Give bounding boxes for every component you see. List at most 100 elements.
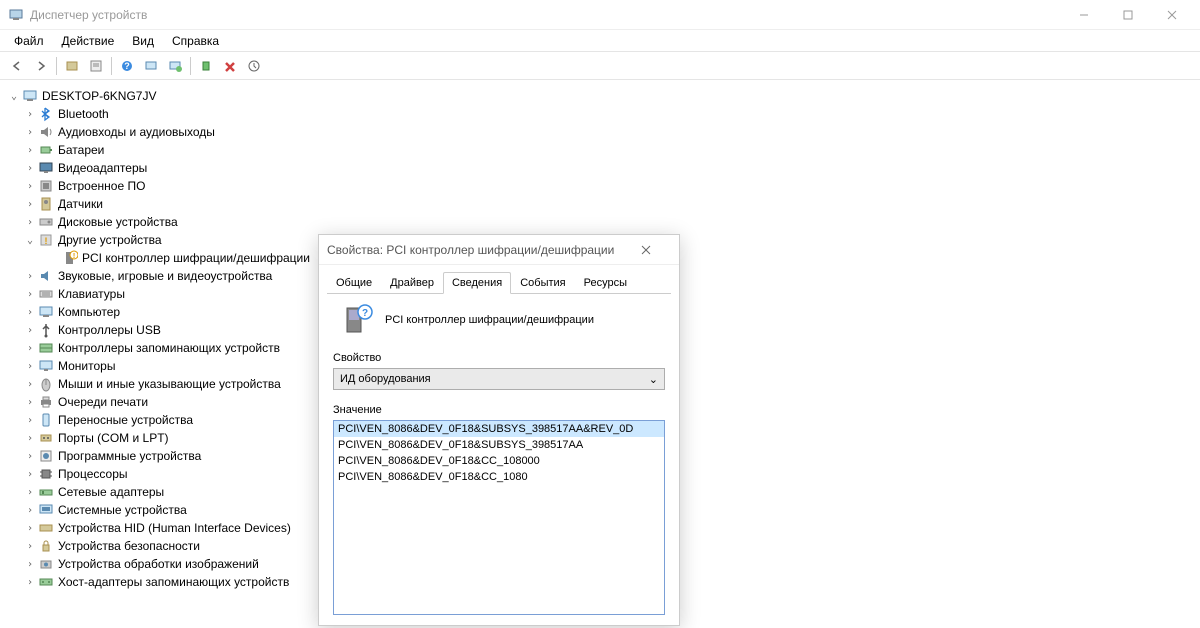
other-icon: ! <box>38 232 54 248</box>
tree-category[interactable]: › Встроенное ПО <box>4 177 1196 195</box>
expand-icon[interactable]: › <box>24 396 36 408</box>
expand-icon[interactable]: › <box>24 432 36 444</box>
tab-driver[interactable]: Драйвер <box>381 272 443 294</box>
titlebar: Диспетчер устройств <box>0 0 1200 30</box>
expand-icon[interactable]: › <box>24 324 36 336</box>
category-label: Очереди печати <box>58 395 148 409</box>
hardware-id-item[interactable]: PCI\VEN_8086&DEV_0F18&SUBSYS_398517AA&RE… <box>334 421 664 437</box>
menu-view[interactable]: Вид <box>124 32 162 50</box>
expand-icon[interactable]: › <box>24 306 36 318</box>
expand-icon[interactable]: › <box>24 198 36 210</box>
properties-dialog: Свойства: PCI контроллер шифрации/дешифр… <box>318 234 680 626</box>
expand-icon[interactable]: › <box>24 414 36 426</box>
expand-icon[interactable]: › <box>24 540 36 552</box>
tree-category[interactable]: ›Видеоадаптеры <box>4 159 1196 177</box>
expand-icon[interactable]: › <box>24 270 36 282</box>
expand-icon[interactable]: › <box>24 126 36 138</box>
imaging-icon <box>38 556 54 572</box>
close-button[interactable] <box>1152 1 1192 29</box>
expand-icon[interactable]: › <box>24 522 36 534</box>
tree-category[interactable]: › Bluetooth <box>4 105 1196 123</box>
update-driver-button[interactable] <box>164 55 186 77</box>
tree-category[interactable]: ›Дисковые устройства <box>4 213 1196 231</box>
show-hidden-button[interactable] <box>61 55 83 77</box>
category-label: Контроллеры USB <box>58 323 161 337</box>
tree-root[interactable]: ⌄ DESKTOP-6KNG7JV <box>4 87 1196 105</box>
expand-icon[interactable]: › <box>24 558 36 570</box>
back-button[interactable] <box>6 55 28 77</box>
category-label: Сетевые адаптеры <box>58 485 164 499</box>
storage-icon <box>38 340 54 356</box>
device-header: ? PCI контроллер шифрации/дешифрации <box>333 304 665 336</box>
category-label: Компьютер <box>58 305 120 319</box>
hardware-id-item[interactable]: PCI\VEN_8086&DEV_0F18&CC_108000 <box>334 453 664 469</box>
collapse-icon[interactable]: ⌄ <box>8 90 20 102</box>
hid-icon <box>38 520 54 536</box>
tree-category[interactable]: ›Аудиовходы и аудиовыходы <box>4 123 1196 141</box>
toolbar-separator <box>190 57 191 75</box>
maximize-button[interactable] <box>1108 1 1148 29</box>
tab-resources[interactable]: Ресурсы <box>575 272 636 294</box>
tree-category[interactable]: › Батареи <box>4 141 1196 159</box>
expand-icon[interactable]: › <box>24 144 36 156</box>
svg-text:!: ! <box>45 236 48 246</box>
software-icon <box>38 448 54 464</box>
tab-general[interactable]: Общие <box>327 272 381 294</box>
property-dropdown[interactable]: ИД оборудования ⌄ <box>333 368 665 390</box>
dialog-close-button[interactable] <box>641 245 671 255</box>
menu-action[interactable]: Действие <box>54 32 123 50</box>
properties-button[interactable] <box>85 55 107 77</box>
help-button[interactable]: ? <box>116 55 138 77</box>
category-label: Контроллеры запоминающих устройств <box>58 341 280 355</box>
category-label: Батареи <box>58 143 104 157</box>
expand-icon[interactable]: › <box>24 468 36 480</box>
dialog-tabs: Общие Драйвер Сведения События Ресурсы <box>319 265 679 293</box>
menu-help[interactable]: Справка <box>164 32 227 50</box>
window-title: Диспетчер устройств <box>30 8 147 22</box>
chevron-down-icon: ⌄ <box>649 373 658 386</box>
forward-button[interactable] <box>30 55 52 77</box>
expand-icon[interactable]: › <box>24 180 36 192</box>
tree-category[interactable]: › Датчики <box>4 195 1196 213</box>
enable-button[interactable] <box>195 55 217 77</box>
expand-icon[interactable]: › <box>24 108 36 120</box>
menu-file[interactable]: Файл <box>6 32 52 50</box>
category-label: Bluetooth <box>58 107 109 121</box>
minimize-button[interactable] <box>1064 1 1104 29</box>
expand-icon[interactable]: › <box>24 342 36 354</box>
expand-icon[interactable]: ⌄ <box>24 234 36 246</box>
battery-icon <box>38 142 54 158</box>
hardware-id-item[interactable]: PCI\VEN_8086&DEV_0F18&SUBSYS_398517AA <box>334 437 664 453</box>
scan-hardware-button[interactable] <box>243 55 265 77</box>
expand-icon[interactable]: › <box>24 450 36 462</box>
root-label: DESKTOP-6KNG7JV <box>42 89 156 103</box>
uninstall-button[interactable] <box>219 55 241 77</box>
hardware-id-item[interactable]: PCI\VEN_8086&DEV_0F18&CC_1080 <box>334 469 664 485</box>
property-label: Свойство <box>333 352 665 364</box>
expand-icon[interactable]: › <box>24 162 36 174</box>
system-icon <box>38 502 54 518</box>
dialog-title-text: Свойства: PCI контроллер шифрации/дешифр… <box>327 243 614 257</box>
category-label: Устройства HID (Human Interface Devices) <box>58 521 291 535</box>
tab-events[interactable]: События <box>511 272 574 294</box>
expand-icon[interactable]: › <box>24 378 36 390</box>
scan-button[interactable] <box>140 55 162 77</box>
value-listbox[interactable]: PCI\VEN_8086&DEV_0F18&SUBSYS_398517AA&RE… <box>333 420 665 615</box>
expand-icon[interactable]: › <box>24 486 36 498</box>
category-label: Встроенное ПО <box>58 179 145 193</box>
tab-details[interactable]: Сведения <box>443 272 511 294</box>
expand-icon[interactable]: › <box>24 360 36 372</box>
expand-icon[interactable]: › <box>24 576 36 588</box>
computer-icon <box>38 304 54 320</box>
category-label: Датчики <box>58 197 103 211</box>
expand-icon[interactable]: › <box>24 288 36 300</box>
expand-icon[interactable]: › <box>24 216 36 228</box>
mouse-icon <box>38 376 54 392</box>
category-label: Хост-адаптеры запоминающих устройств <box>58 575 289 589</box>
keyboard-icon <box>38 286 54 302</box>
svg-text:?: ? <box>362 308 368 319</box>
expand-icon[interactable]: › <box>24 504 36 516</box>
svg-text:!: ! <box>73 253 75 260</box>
category-label: Порты (COM и LPT) <box>58 431 169 445</box>
audio-icon <box>38 124 54 140</box>
